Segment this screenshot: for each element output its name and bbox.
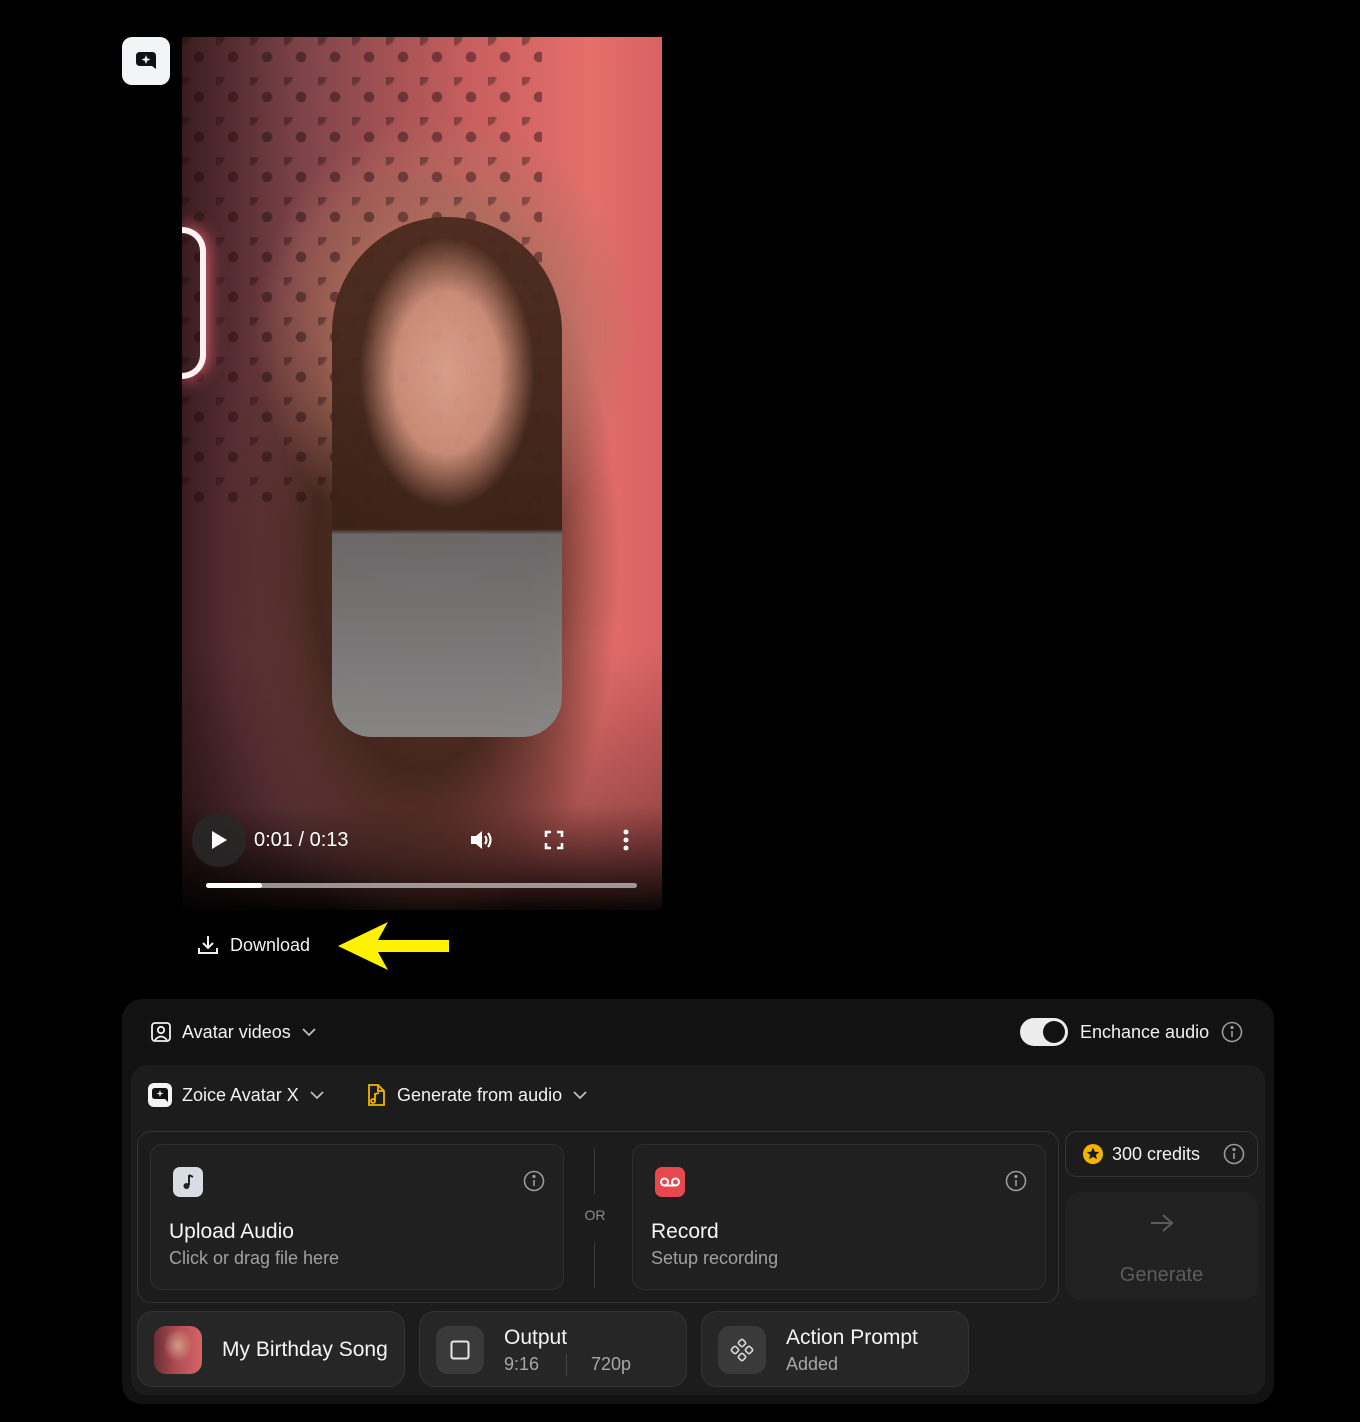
song-chip[interactable]: My Birthday Song bbox=[137, 1311, 405, 1387]
video-progress-bar[interactable] bbox=[206, 883, 637, 888]
play-icon bbox=[212, 831, 227, 849]
action-prompt-chip[interactable]: Action Prompt Added bbox=[701, 1311, 969, 1387]
app-logo[interactable] bbox=[122, 37, 170, 85]
model-logo-icon bbox=[148, 1083, 172, 1107]
info-icon[interactable] bbox=[1005, 1170, 1027, 1192]
enhance-audio-label: Enchance audio bbox=[1080, 1021, 1210, 1042]
voicemail-icon bbox=[655, 1167, 685, 1197]
record-subtitle: Setup recording bbox=[651, 1248, 779, 1268]
download-button[interactable]: Download bbox=[196, 930, 310, 960]
generation-panel: Avatar videos Enchance audio Zoice Avata… bbox=[122, 999, 1274, 1404]
arrow-right-icon bbox=[1151, 1214, 1174, 1232]
generate-button[interactable]: Generate bbox=[1065, 1192, 1258, 1300]
chevron-down-icon bbox=[310, 1091, 324, 1100]
video-player[interactable]: 0:01 / 0:13 bbox=[182, 37, 662, 910]
output-divider bbox=[566, 1354, 567, 1376]
output-thumb bbox=[436, 1326, 484, 1374]
fullscreen-button[interactable] bbox=[540, 826, 568, 854]
chevron-down-icon bbox=[573, 1091, 587, 1100]
info-icon[interactable] bbox=[1221, 1021, 1243, 1043]
record-card[interactable]: Record Setup recording bbox=[632, 1144, 1046, 1290]
enhance-audio-toggle[interactable] bbox=[1020, 1018, 1068, 1046]
output-chip[interactable]: Output 9:16 720p bbox=[419, 1311, 687, 1387]
play-button[interactable] bbox=[192, 813, 246, 867]
more-vertical-icon bbox=[623, 829, 629, 851]
avatar-icon bbox=[151, 1022, 171, 1042]
model-selector-label: Zoice Avatar X bbox=[182, 1084, 299, 1105]
song-thumbnail bbox=[154, 1326, 202, 1374]
volume-button[interactable] bbox=[468, 826, 496, 854]
mode-selector-label: Avatar videos bbox=[182, 1021, 291, 1042]
audio-file-icon bbox=[368, 1084, 385, 1106]
star-coin-icon bbox=[1083, 1144, 1103, 1164]
or-label: OR bbox=[584, 1207, 606, 1223]
square-icon bbox=[450, 1340, 470, 1360]
song-title: My Birthday Song bbox=[222, 1338, 388, 1361]
chevron-down-icon bbox=[302, 1028, 316, 1037]
record-title: Record bbox=[651, 1220, 719, 1243]
or-divider: OR bbox=[575, 1142, 615, 1292]
video-frame-neon-sign bbox=[182, 227, 206, 379]
output-ratio: 9:16 bbox=[504, 1354, 540, 1374]
fullscreen-icon bbox=[544, 830, 564, 850]
upload-audio-subtitle: Click or drag file here bbox=[169, 1248, 340, 1268]
source-selector-label: Generate from audio bbox=[397, 1084, 563, 1105]
video-controls: 0:01 / 0:13 bbox=[182, 810, 662, 910]
app-logo-icon bbox=[136, 52, 156, 69]
video-frame-person bbox=[332, 217, 562, 737]
more-options-button[interactable] bbox=[612, 826, 640, 854]
generation-inner-panel: Zoice Avatar X Generate from audio Uploa… bbox=[131, 1065, 1265, 1395]
action-prompt-title: Action Prompt bbox=[786, 1326, 918, 1349]
source-selector[interactable]: Generate from audio bbox=[365, 1082, 588, 1108]
output-title: Output bbox=[504, 1326, 568, 1349]
action-prompt-subtitle: Added bbox=[786, 1354, 839, 1374]
upload-audio-card[interactable]: Upload Audio Click or drag file here bbox=[150, 1144, 564, 1290]
download-label: Download bbox=[230, 934, 311, 955]
info-icon[interactable] bbox=[1223, 1143, 1245, 1165]
download-icon bbox=[198, 936, 218, 954]
volume-icon bbox=[471, 831, 492, 849]
video-progress-fill bbox=[206, 883, 263, 888]
enhance-audio-control: Enchance audio bbox=[1020, 1017, 1243, 1047]
info-icon[interactable] bbox=[523, 1170, 545, 1192]
credits-label: 300 credits bbox=[1112, 1143, 1201, 1164]
move-icon bbox=[730, 1338, 754, 1362]
annotation-arrow-icon bbox=[338, 922, 449, 970]
audio-input-group: Upload Audio Click or drag file here OR … bbox=[137, 1131, 1059, 1303]
output-resolution: 720p bbox=[591, 1354, 632, 1374]
video-time: 0:01 / 0:13 bbox=[254, 829, 349, 851]
mode-selector[interactable]: Avatar videos bbox=[150, 1019, 317, 1045]
credits-display: 300 credits bbox=[1065, 1131, 1258, 1177]
action-thumb bbox=[718, 1326, 766, 1374]
generate-label: Generate bbox=[1119, 1264, 1204, 1286]
music-note-icon bbox=[173, 1167, 203, 1197]
upload-audio-title: Upload Audio bbox=[169, 1220, 294, 1243]
model-selector[interactable]: Zoice Avatar X bbox=[148, 1082, 325, 1108]
